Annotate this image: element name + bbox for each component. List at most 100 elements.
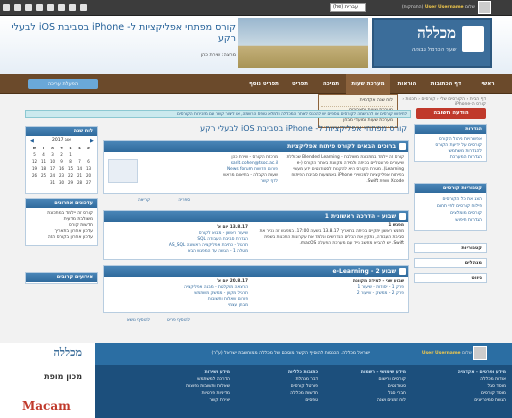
footer-link[interactable]: הגשת סמינריונים [426, 397, 506, 404]
grid-icon[interactable] [14, 4, 21, 11]
collapse-icon[interactable] [399, 268, 406, 275]
footer-link[interactable]: שאלות ותשובות נפוצות [150, 383, 230, 390]
mail-icon[interactable] [3, 4, 10, 11]
footer-link[interactable]: הדרכה למשתמש [150, 376, 230, 383]
message-icon[interactable] [80, 4, 87, 11]
section-1-header[interactable]: 1 שבוע - הדרכה ראשונית [104, 211, 408, 222]
admins-block[interactable]: מנהלים [414, 258, 487, 268]
nav-item-support[interactable]: תמיכה [316, 74, 346, 94]
avatar[interactable] [478, 1, 491, 14]
section-2-header[interactable]: e-Learning - 2 שבוע [104, 266, 408, 277]
add-topic-link[interactable]: להוסיף נושא [110, 318, 150, 324]
prev-month-icon[interactable]: ◀ [30, 138, 34, 144]
category-link[interactable]: הצג את כל הקורסים [443, 197, 482, 202]
calendar-day[interactable]: 31 [48, 180, 57, 186]
calendar-day[interactable]: 21 [75, 173, 84, 179]
footer-link[interactable]: טפסים [238, 397, 318, 404]
footer-link[interactable]: דבר מנהלת [238, 376, 318, 383]
section-2-item[interactable]: מבחן עצמי [148, 303, 248, 309]
footer-link[interactable]: מוסד סגל [426, 383, 506, 390]
search-icon[interactable] [25, 4, 32, 11]
footer-link[interactable]: פורטל קורסים [238, 383, 318, 390]
collapse-icon[interactable] [399, 213, 406, 220]
contact-page-link[interactable]: לדף קשר [158, 179, 278, 185]
nav-item-home[interactable]: ראשי [468, 74, 508, 94]
user-menu[interactable]: (התנתקות) User Username שלום [385, 3, 475, 12]
settings-link[interactable]: להגדרות משתמש [449, 149, 482, 154]
college-logo[interactable]: מכללה שער הכרמל גבוהה [372, 18, 492, 68]
help-icon[interactable] [58, 4, 65, 11]
calendar-day[interactable]: 28 [75, 180, 84, 186]
update-item[interactable]: חדשות קורס [69, 223, 93, 228]
next-month-icon[interactable]: ▶ [90, 138, 94, 144]
categories-block[interactable]: קטגוריות [414, 243, 487, 253]
settings-link[interactable]: אפשרויות ניהול הקורס [439, 137, 482, 142]
footer-user[interactable]: שלום User Username [380, 349, 472, 359]
calendar-day[interactable]: 11 [39, 159, 48, 165]
section-2-link[interactable]: פרק 2 - ממשק - שיעור 2 [254, 291, 404, 297]
footer-link[interactable]: מוסד קורסים [426, 390, 506, 397]
nav-item-instructions[interactable]: הוראות [390, 74, 424, 94]
settings-link[interactable]: הגדרות המערכת [450, 155, 482, 160]
calendar-day[interactable]: 26 [30, 173, 39, 179]
calendar-day[interactable]: 14 [75, 166, 84, 172]
section-1-item[interactable]: מטלה 1 - הגשה עד המפגש הבא [148, 249, 248, 255]
calendar-day[interactable]: 24 [48, 173, 57, 179]
category-link[interactable]: פילוח קורסים לפי תחום [437, 204, 482, 209]
calendar-day[interactable]: 2 [57, 152, 66, 158]
calendar-day[interactable]: 8 [66, 159, 75, 165]
nav-item-menu[interactable]: תפריט [284, 74, 316, 94]
footer-link[interactable]: לוח זמנים ושנה [326, 397, 406, 404]
calendar-day[interactable]: 9 [57, 159, 66, 165]
calendar-day[interactable]: 17 [48, 166, 57, 172]
user-suffix[interactable]: (התנתקות) [402, 5, 424, 10]
footer-link[interactable]: יצירת קשר [150, 397, 230, 404]
update-item[interactable]: עדכון אחרון בתאריך [55, 229, 93, 234]
bell-icon[interactable] [36, 4, 43, 11]
category-link[interactable]: הגדרות חיפוש [455, 218, 482, 223]
calendar-day[interactable]: 10 [48, 159, 57, 165]
macam-logo[interactable]: Macam [22, 399, 76, 415]
footer-link[interactable]: סטודנטים [326, 383, 406, 390]
link-library[interactable]: ספריה [150, 198, 190, 204]
calendar-day[interactable]: 12 [30, 159, 39, 165]
calendar-day[interactable]: 27 [84, 180, 93, 186]
categories-title[interactable]: קטגוריות [415, 244, 486, 253]
breadcrumb[interactable]: דף הבית ‹ הקורסים שלי ‹ קורסים ‹ תכנות ‹… [400, 97, 486, 107]
calendar-day[interactable]: 19 [30, 166, 39, 172]
category-link[interactable]: קורסים מומלצים [450, 211, 482, 216]
calendar-day[interactable]: 4 [39, 152, 48, 158]
footer-link[interactable]: אודות מכללה [426, 376, 506, 383]
user-name[interactable]: User Username [425, 5, 464, 10]
footer-link[interactable]: מדיניות פרטיות [150, 390, 230, 397]
settings-link[interactable]: קורסים על ידיעת הקורס [435, 143, 482, 148]
calendar-day[interactable]: 6 [84, 159, 93, 165]
rss-icon[interactable] [47, 4, 54, 11]
calendar-day[interactable]: 22 [66, 173, 75, 179]
calendar-day[interactable]: 3 [48, 152, 57, 158]
footer-mofet-logo[interactable]: מכון מופת [22, 372, 82, 394]
link-read[interactable]: קריאה [110, 198, 150, 204]
calendar-day[interactable]: 13 [84, 166, 93, 172]
update-item[interactable]: משולבת מדעית [64, 217, 93, 222]
nav-item-schedule[interactable]: מערכת שעות [346, 74, 390, 94]
edit-mode-button[interactable]: הפעלת עריכה [28, 79, 98, 89]
calendar-day[interactable]: 15 [66, 166, 75, 172]
calendar-day[interactable]: 16 [57, 166, 66, 172]
footer-link[interactable]: חדשות מכללה [238, 390, 318, 397]
footer-college-logo[interactable]: מכללה [22, 346, 82, 368]
update-item[interactable]: קורס זה יילמד במתכונת [47, 211, 93, 216]
calendar-day[interactable]: 5 [30, 152, 39, 158]
language-select[interactable]: (he) עברית [330, 3, 366, 12]
nav-item-addresses[interactable]: דף הכתובות [424, 74, 468, 94]
update-item[interactable]: עדכון אחרון בקורס הזה [48, 235, 93, 240]
calendar-day[interactable]: 7 [75, 159, 84, 165]
calendar-day[interactable]: 1 [66, 152, 75, 158]
calendar-day[interactable]: 18 [39, 166, 48, 172]
footer-user-name[interactable]: User Username [422, 351, 461, 356]
navigation-title[interactable]: ניווט [415, 274, 486, 283]
navigation-block[interactable]: ניווט [414, 273, 487, 283]
calendar-day[interactable]: 29 [66, 180, 75, 186]
calendar-day[interactable]: 20 [84, 173, 93, 179]
calendar-day[interactable]: 23 [57, 173, 66, 179]
